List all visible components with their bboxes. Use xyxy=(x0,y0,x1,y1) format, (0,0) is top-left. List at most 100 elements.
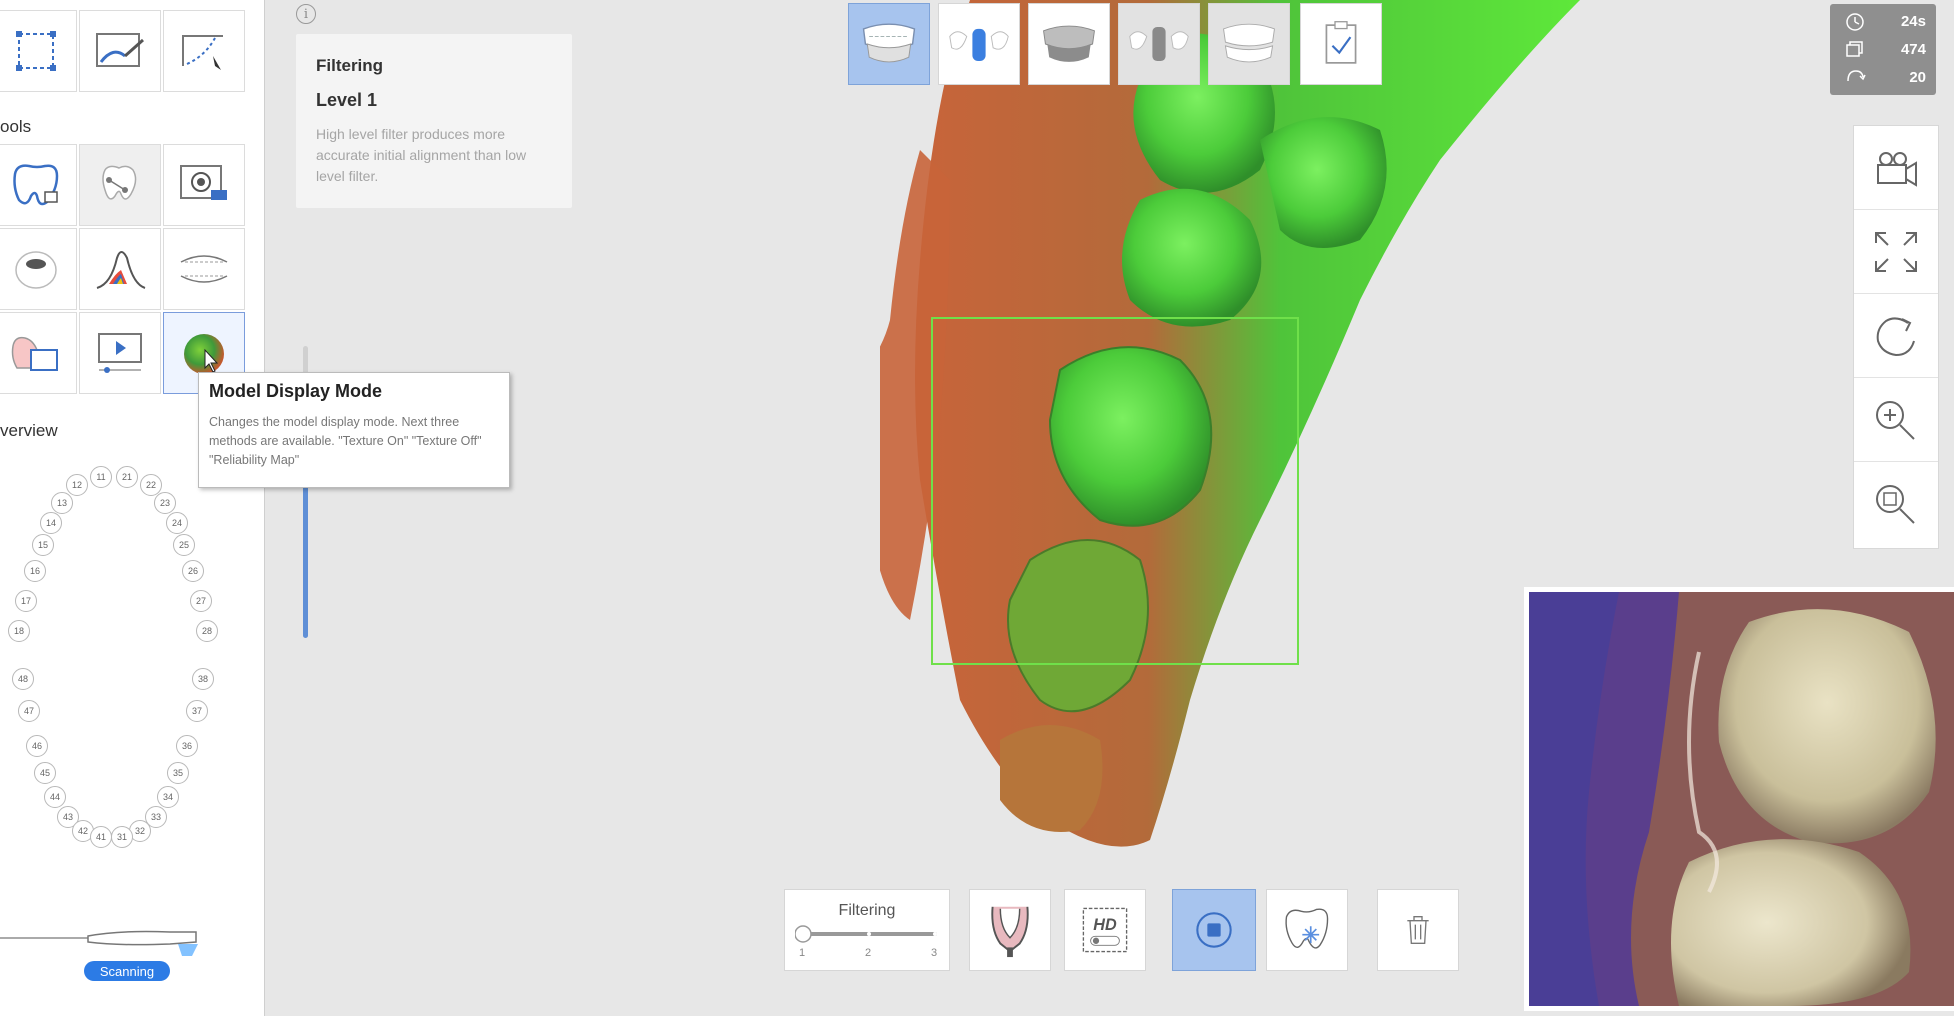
tooth-25[interactable]: 25 xyxy=(173,534,195,556)
stage-scanbody[interactable] xyxy=(1118,3,1200,85)
live-camera-image xyxy=(1529,592,1954,1006)
info-card-title: Filtering xyxy=(316,56,384,75)
rotate-reset-icon xyxy=(1876,316,1915,356)
reset-view-button[interactable] xyxy=(1854,294,1938,378)
tooth-38[interactable]: 38 xyxy=(192,668,214,690)
scanning-status-badge: Scanning xyxy=(84,961,170,981)
tooth-34[interactable]: 34 xyxy=(157,786,179,808)
timer-icon xyxy=(1846,13,1864,31)
tooth-23[interactable]: 23 xyxy=(154,492,176,514)
scanbody-icon xyxy=(1129,27,1189,61)
model-display-mode-tooltip: Model Display Mode Changes the model dis… xyxy=(198,372,510,488)
play-scan-tool[interactable] xyxy=(79,312,161,394)
stat-frames-value: 474 xyxy=(1900,41,1926,58)
stat-rotations-value: 20 xyxy=(1909,69,1926,86)
tooth-24[interactable]: 24 xyxy=(166,512,188,534)
stage-review[interactable] xyxy=(1300,3,1382,85)
overview-section-title: verview xyxy=(0,421,58,440)
occlusion-tool[interactable] xyxy=(0,228,77,310)
stop-icon xyxy=(1196,912,1232,948)
tooth-37[interactable]: 37 xyxy=(186,700,208,722)
tooth-31[interactable]: 31 xyxy=(111,826,133,848)
lasso-select-tool[interactable] xyxy=(0,10,77,92)
tooth-compare-icon xyxy=(11,336,58,371)
video-record-button[interactable] xyxy=(1854,126,1938,210)
compare-tool[interactable] xyxy=(0,312,77,394)
stat-time-value: 24s xyxy=(1900,13,1926,30)
filtering-slider-thumb xyxy=(795,925,812,943)
play-icon xyxy=(98,333,142,373)
scanner-icon xyxy=(0,930,198,956)
3d-model-viewport[interactable] xyxy=(880,0,1600,870)
tooth-27[interactable]: 27 xyxy=(190,590,212,612)
camera-live-view xyxy=(1524,587,1954,1011)
color-analysis-tool[interactable] xyxy=(79,228,161,310)
filtering-slider[interactable] xyxy=(795,924,941,944)
stage-preparation[interactable] xyxy=(938,3,1020,85)
brush-select-tool[interactable] xyxy=(79,10,161,92)
filtering-label: Filtering xyxy=(838,902,896,919)
zoom-area-icon xyxy=(1876,485,1915,524)
tooth-35[interactable]: 35 xyxy=(167,762,189,784)
zoom-in-button[interactable] xyxy=(1854,378,1938,462)
stage-lower-jaw[interactable] xyxy=(1028,3,1110,85)
arch-view-tool[interactable] xyxy=(163,228,245,310)
arch-scan-icon xyxy=(991,906,1029,958)
tooth-18[interactable]: 18 xyxy=(8,620,30,642)
tooth-41[interactable]: 41 xyxy=(90,826,112,848)
camera-capture-icon xyxy=(180,165,227,200)
tooth-48[interactable]: 48 xyxy=(12,668,34,690)
tooth-sparkle-icon xyxy=(1285,908,1329,949)
clipboard-check-icon xyxy=(1325,21,1357,64)
rainbow-curve-icon xyxy=(96,251,146,289)
filter-tick-1: 1 xyxy=(799,947,806,959)
tooth-46[interactable]: 46 xyxy=(26,735,48,757)
prep-tooth-icon xyxy=(949,28,1009,61)
tooth-21[interactable]: 21 xyxy=(116,466,138,488)
tooth-15[interactable]: 15 xyxy=(32,534,54,556)
brush-icon xyxy=(96,33,144,67)
tooth-link-tool[interactable] xyxy=(79,144,161,226)
plane-cut-tool[interactable] xyxy=(163,10,245,92)
tooth-26[interactable]: 26 xyxy=(182,560,204,582)
frames-icon xyxy=(1846,41,1863,57)
delete-button[interactable] xyxy=(1377,889,1459,971)
tooth-28[interactable]: 28 xyxy=(196,620,218,642)
tooth-link-icon xyxy=(102,165,137,200)
filter-tick-3: 3 xyxy=(931,947,938,959)
tooth-47[interactable]: 47 xyxy=(18,700,40,722)
selection-box-icon xyxy=(16,31,56,71)
edit-tools-grid xyxy=(0,10,245,92)
tooth-14[interactable]: 14 xyxy=(40,512,62,534)
hd-toggle-button[interactable]: HD xyxy=(1064,889,1146,971)
tooth-top-icon xyxy=(15,251,57,289)
stage-occlusion[interactable] xyxy=(1208,3,1290,85)
tools-grid xyxy=(0,144,245,394)
tooth-lock-icon xyxy=(13,164,59,206)
tooltip-description: Changes the model display mode. Next thr… xyxy=(209,415,482,467)
lock-tooth-tool[interactable] xyxy=(0,144,77,226)
filter-tick-2: 2 xyxy=(865,947,872,959)
rotate-icon xyxy=(1847,70,1866,82)
tooth-11[interactable]: 11 xyxy=(90,466,112,488)
tooth-36[interactable]: 36 xyxy=(176,735,198,757)
tooth-45[interactable]: 45 xyxy=(34,762,56,784)
fit-screen-button[interactable] xyxy=(1854,210,1938,294)
stage-upper-jaw[interactable] xyxy=(848,3,930,85)
tooltip-title: Model Display Mode xyxy=(209,381,383,401)
tooth-12[interactable]: 12 xyxy=(66,474,88,496)
reliability-map-icon xyxy=(184,334,224,374)
tooth-13[interactable]: 13 xyxy=(51,492,73,514)
tooth-mesh xyxy=(1000,725,1103,832)
tooth-16[interactable]: 16 xyxy=(24,560,46,582)
zoom-fit-button[interactable] xyxy=(1854,462,1938,546)
capture-image-tool[interactable] xyxy=(163,144,245,226)
arch-teeth-icon xyxy=(180,255,228,283)
info-icon[interactable]: i xyxy=(296,4,316,24)
stop-scan-button[interactable] xyxy=(1172,889,1256,971)
ai-filter-button[interactable] xyxy=(1266,889,1348,971)
arch-scan-button[interactable] xyxy=(969,889,1051,971)
tooth-44[interactable]: 44 xyxy=(44,786,66,808)
vertical-slider-fill xyxy=(303,464,308,638)
tooth-17[interactable]: 17 xyxy=(15,590,37,612)
